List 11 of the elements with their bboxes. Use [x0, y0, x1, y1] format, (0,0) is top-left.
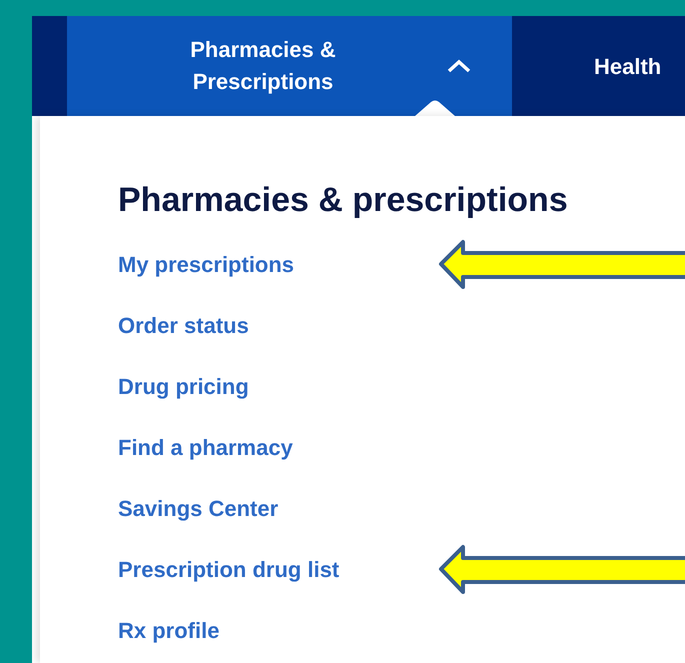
menu-link[interactable]: Prescription drug list	[118, 553, 340, 586]
menu-link[interactable]: My prescriptions	[118, 248, 294, 281]
chevron-up-icon	[447, 59, 471, 73]
nav-tab[interactable]: Pharmacies & Prescriptions	[67, 16, 512, 116]
menu-heading: Pharmacies & prescriptions	[118, 180, 569, 221]
menu-link[interactable]: Drug pricing	[118, 370, 249, 403]
menu-link[interactable]: Rx profile	[118, 614, 220, 647]
menu-link[interactable]: Order status	[118, 309, 249, 342]
menu-link[interactable]: Savings Center	[118, 492, 278, 525]
nav-tab[interactable]: Health	[512, 16, 685, 116]
menu-link[interactable]: Find a pharmacy	[118, 431, 293, 464]
